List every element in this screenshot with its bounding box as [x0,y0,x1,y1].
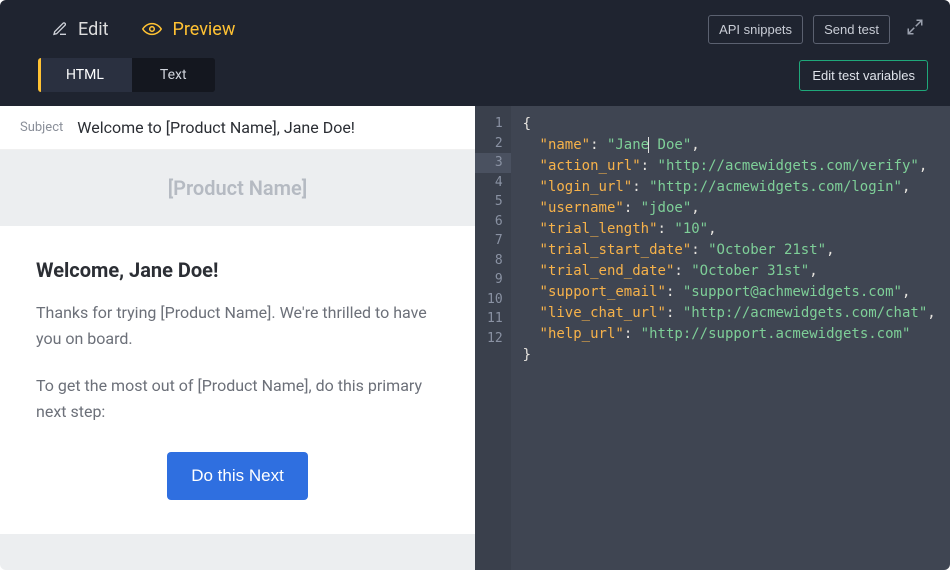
eye-icon [142,22,162,36]
sub-bar: HTML Text Edit test variables [0,44,950,106]
email-preview: [Product Name] Welcome, Jane Doe! Thanks… [0,150,475,570]
subject-value: Welcome to [Product Name], Jane Doe! [77,118,355,137]
tab-preview-label: Preview [172,19,235,40]
email-body: Welcome, Jane Doe! Thanks for trying [Pr… [0,226,475,534]
code-editor[interactable]: 123456789101112 { "name": "Jane Doe", "a… [475,106,950,570]
mode-segment: HTML Text [38,58,215,92]
tab-edit-label: Edit [78,19,108,40]
email-brand-header: [Product Name] [0,150,475,226]
email-paragraph-2: To get the most out of [Product Name], d… [36,373,439,424]
top-right-buttons: API snippets Send test [708,14,924,44]
subject-row: Subject Welcome to [Product Name], Jane … [0,106,475,150]
mode-text[interactable]: Text [132,58,215,92]
tab-preview[interactable]: Preview [142,19,235,40]
edit-test-variables-button[interactable]: Edit test variables [799,60,928,91]
preview-pane: Subject Welcome to [Product Name], Jane … [0,106,475,570]
split-pane: Subject Welcome to [Product Name], Jane … [0,106,950,570]
cta-wrap: Do this Next [36,446,439,500]
view-tabs: Edit Preview [52,19,235,40]
expand-icon[interactable] [900,14,924,44]
line-gutter: 123456789101112 [475,106,511,570]
email-heading: Welcome, Jane Doe! [36,258,439,282]
pencil-icon [52,21,68,37]
mode-html[interactable]: HTML [38,58,132,92]
email-paragraph-1: Thanks for trying [Product Name]. We're … [36,300,439,351]
cta-button[interactable]: Do this Next [167,452,308,500]
send-test-button[interactable]: Send test [813,15,890,44]
subject-label: Subject [20,120,63,135]
top-bar: Edit Preview API snippets Send test [0,0,950,44]
tab-edit[interactable]: Edit [52,19,108,40]
app-root: Edit Preview API snippets Send test HTML… [0,0,950,570]
code-content[interactable]: { "name": "Jane Doe", "action_url": "htt… [511,106,950,570]
api-snippets-button[interactable]: API snippets [708,15,803,44]
